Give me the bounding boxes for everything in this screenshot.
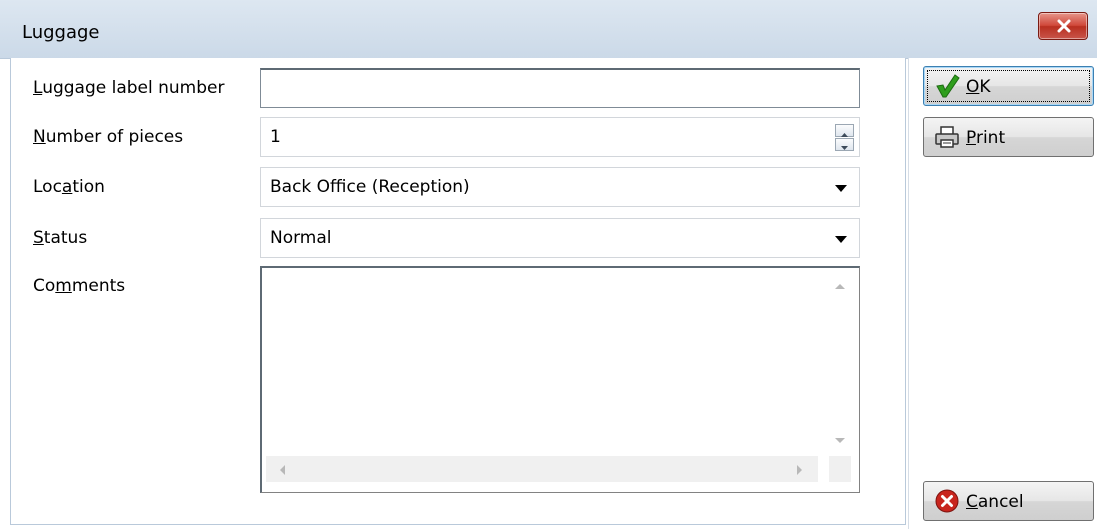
location-label: Location — [33, 177, 105, 197]
location-value: Back Office (Reception) — [270, 177, 470, 197]
printer-icon — [935, 126, 959, 148]
scrollbar-corner — [829, 456, 851, 482]
comments-label: Comments — [33, 276, 126, 296]
status-select[interactable]: Normal — [260, 218, 860, 258]
window-title: Luggage — [22, 22, 100, 43]
horizontal-scrollbar[interactable] — [266, 456, 818, 482]
ok-label: OK — [966, 77, 991, 97]
spin-down-button[interactable] — [835, 138, 854, 151]
number-of-pieces-value: 1 — [270, 127, 281, 147]
spin-up-button[interactable] — [835, 124, 854, 137]
cancel-icon — [935, 489, 959, 513]
checkmark-icon — [936, 74, 960, 98]
scroll-up-arrow-icon[interactable] — [834, 282, 846, 290]
luggage-label-number-input[interactable] — [260, 68, 860, 108]
close-icon — [1057, 19, 1071, 33]
ok-button[interactable]: OK — [923, 66, 1094, 106]
number-of-pieces-label: Number of pieces — [33, 127, 184, 147]
vertical-scrollbar[interactable] — [829, 272, 851, 456]
pieces-spinner[interactable] — [835, 124, 854, 151]
comments-textarea[interactable] — [260, 266, 860, 493]
scroll-down-arrow-icon[interactable] — [834, 437, 846, 445]
luggage-label-number-label: Luggage label number — [33, 78, 225, 98]
title-bar: Luggage — [0, 0, 1097, 59]
print-label: Print — [966, 128, 1006, 148]
status-label: Status — [33, 228, 88, 248]
spin-down-arrow-icon — [841, 146, 848, 150]
location-select[interactable]: Back Office (Reception) — [260, 167, 860, 207]
cancel-button[interactable]: Cancel — [923, 481, 1094, 521]
cancel-label: Cancel — [966, 492, 1024, 512]
print-button[interactable]: Print — [923, 117, 1094, 157]
scroll-left-arrow-icon[interactable] — [278, 464, 286, 476]
scroll-right-arrow-icon[interactable] — [796, 464, 804, 476]
status-value: Normal — [270, 228, 332, 248]
chevron-down-icon[interactable] — [835, 185, 847, 192]
chevron-down-icon[interactable] — [835, 236, 847, 243]
number-of-pieces-stepper[interactable]: 1 — [260, 117, 860, 157]
close-button[interactable] — [1038, 12, 1088, 40]
